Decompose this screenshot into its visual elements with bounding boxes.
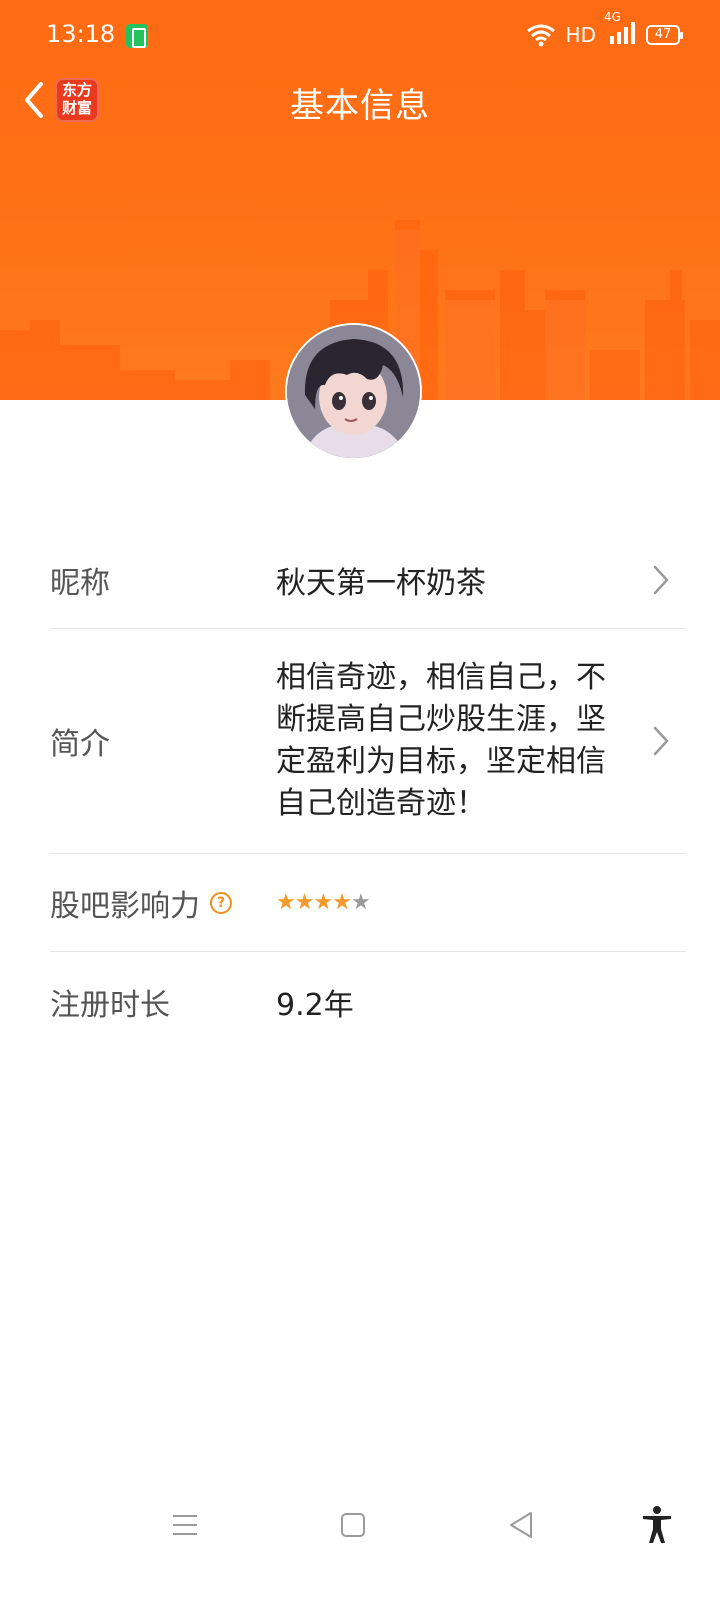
status-bar: 13:18 HD 4G 47 (0, 0, 720, 70)
home-button[interactable] (328, 1500, 378, 1550)
intro-value: 相信奇迹，相信自己，不断提高自己炒股生涯，坚定盈利为目标，坚定相信自己创造奇迹！ (276, 660, 606, 821)
page-title: 基本信息 (290, 86, 430, 126)
system-navigation-bar (0, 1490, 720, 1560)
battery-saver-icon (126, 24, 148, 48)
menu-button[interactable] (160, 1500, 210, 1550)
network-hd-label: HD (565, 22, 596, 47)
star-filled-icon: ★ (276, 890, 296, 915)
cellular-signal: 4G (604, 10, 636, 49)
chevron-right-icon (653, 565, 669, 595)
profile-info-list: 昵称 秋天第一杯奶茶 简介 相信奇迹，相信自己，不断提高自己炒股生涯，坚定盈利为… (50, 532, 686, 1052)
square-home-icon (341, 1513, 365, 1537)
register-duration-label: 注册时长 (50, 988, 170, 1023)
accessibility-button[interactable] (632, 1500, 682, 1550)
influence-rating: ★★★★★ (276, 890, 371, 915)
wifi-icon (526, 24, 555, 46)
signal-type-label: 4G (604, 10, 621, 24)
status-indicators: HD 4G 47 (526, 10, 683, 49)
battery-icon: 47 (646, 24, 683, 45)
influence-label: 股吧影响力 (50, 888, 200, 924)
menu-icon (173, 1515, 197, 1535)
status-time: 13:18 (46, 20, 116, 48)
influence-row: 股吧影响力 ? ★★★★★ (50, 854, 686, 952)
star-filled-icon: ★ (294, 890, 315, 915)
avatar-image (287, 325, 420, 458)
accessibility-icon (643, 1506, 671, 1543)
nickname-value: 秋天第一杯奶茶 (276, 566, 486, 601)
nav-bar: 东方 财富 基本信息 (0, 70, 720, 130)
system-back-button[interactable] (496, 1500, 546, 1550)
star-empty-icon: ★ (350, 890, 371, 915)
star-filled-icon: ★ (313, 890, 333, 915)
register-duration-value: 9.2年 (276, 988, 354, 1023)
register-duration-row: 注册时长 9.2年 (50, 952, 686, 1052)
triangle-back-icon (510, 1512, 532, 1538)
nickname-label: 昵称 (50, 566, 110, 601)
intro-row[interactable]: 简介 相信奇迹，相信自己，不断提高自己炒股生涯，坚定盈利为目标，坚定相信自己创造… (50, 629, 686, 854)
star-filled-icon: ★ (332, 890, 352, 915)
chevron-right-icon (653, 726, 669, 756)
question-circle-icon[interactable]: ? (210, 891, 232, 914)
nickname-row[interactable]: 昵称 秋天第一杯奶茶 (50, 532, 686, 629)
avatar[interactable] (285, 323, 422, 460)
intro-label: 简介 (50, 727, 110, 762)
influence-label-group: 股吧影响力 ? (50, 881, 232, 925)
